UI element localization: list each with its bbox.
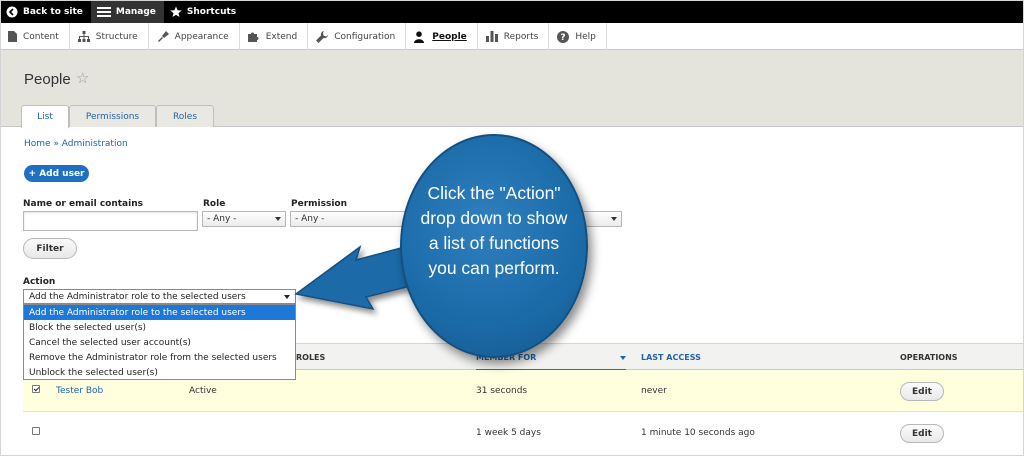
back-to-site-link[interactable]: Back to site: [0, 0, 91, 23]
tab-roles[interactable]: Roles: [156, 105, 214, 127]
primary-tabs: List Permissions Roles: [21, 105, 214, 128]
user-status: Active: [189, 386, 217, 396]
manage-tab[interactable]: Manage: [90, 0, 164, 23]
shortcuts-tab[interactable]: Shortcuts: [164, 0, 244, 23]
paintbrush-icon: [157, 31, 169, 42]
member-for-value: 31 seconds: [476, 386, 528, 396]
action-option[interactable]: Unblock the selected user(s): [24, 365, 295, 380]
action-option[interactable]: Cancel the selected user account(s): [24, 335, 295, 350]
breadcrumb[interactable]: Home » Administration: [24, 139, 128, 149]
row-select-checkbox[interactable]: [32, 427, 40, 435]
callout-text: Click the "Action" drop down to show a l…: [400, 181, 588, 281]
add-user-button[interactable]: + Add user: [24, 165, 89, 182]
help-icon: ?: [557, 30, 570, 43]
role-filter-label: Role: [203, 199, 226, 209]
callout-line: Click the "Action": [427, 183, 561, 203]
column-header-roles: ROLES: [296, 353, 326, 362]
tray-item-configuration[interactable]: Configuration: [308, 23, 407, 50]
member-for-value: 1 week 5 days: [476, 428, 541, 438]
tab-list[interactable]: List: [21, 105, 69, 128]
admin-tray: Content Structure Appearance Extend Conf…: [0, 23, 1024, 50]
tray-item-content[interactable]: Content: [0, 23, 70, 50]
username-link[interactable]: Tester Bob: [56, 386, 103, 396]
chevron-down-icon: [284, 295, 290, 299]
tray-item-appearance[interactable]: Appearance: [149, 23, 240, 50]
sitemap-icon: [77, 31, 90, 42]
action-label: Action: [23, 277, 56, 287]
table-row: 1 week 5 days 1 minute 10 seconds ago Ed…: [23, 412, 1024, 456]
row-select-checkbox[interactable]: [32, 385, 40, 393]
edit-button[interactable]: Edit: [900, 424, 944, 443]
tray-item-reports[interactable]: Reports: [478, 23, 550, 50]
sort-desc-icon: [620, 356, 626, 360]
last-access-value: 1 minute 10 seconds ago: [641, 428, 755, 438]
shortcut-star-icon[interactable]: ☆: [76, 69, 89, 87]
tray-label: Help: [575, 31, 596, 42]
tray-item-people[interactable]: People: [406, 23, 478, 50]
permission-filter-value: - Any -: [295, 214, 325, 224]
callout-line: a list of functions: [428, 233, 560, 253]
manage-label: Manage: [115, 6, 156, 17]
star-icon: [170, 6, 182, 18]
document-icon: [8, 31, 17, 42]
action-dropdown-list: Add the Administrator role to the select…: [23, 304, 296, 380]
action-option[interactable]: Add the Administrator role to the select…: [24, 305, 295, 320]
back-to-site-label: Back to site: [23, 6, 83, 17]
tray-item-extend[interactable]: Extend: [240, 23, 309, 50]
svg-text:?: ?: [561, 33, 566, 43]
tray-label: Reports: [503, 31, 539, 42]
back-arrow-icon: [6, 6, 18, 18]
action-option[interactable]: Block the selected user(s): [24, 320, 295, 335]
bar-chart-icon: [485, 31, 498, 42]
permission-filter-label: Permission: [291, 199, 347, 209]
hamburger-icon: [96, 6, 111, 18]
tray-item-structure[interactable]: Structure: [70, 23, 149, 50]
tray-label: Extend: [265, 31, 298, 42]
admin-toolbar: Back to site Manage Shortcuts: [0, 0, 1024, 23]
page-header: People ☆ List Permissions Roles: [0, 50, 1024, 128]
person-icon: [414, 30, 426, 43]
action-select[interactable]: Add the Administrator role to the select…: [23, 289, 296, 304]
tray-label: Appearance: [174, 31, 229, 42]
tab-permissions[interactable]: Permissions: [69, 105, 156, 127]
puzzle-icon: [247, 31, 260, 42]
role-filter-value: - Any -: [207, 214, 237, 224]
wrench-icon: [316, 30, 329, 43]
tray-label: Configuration: [334, 31, 396, 42]
tray-label: Content: [23, 31, 59, 42]
callout-line: drop down to show: [420, 208, 568, 228]
action-option[interactable]: Remove the Administrator role from the s…: [24, 350, 295, 365]
edit-button[interactable]: Edit: [900, 382, 944, 401]
name-filter-label: Name or email contains: [23, 199, 143, 209]
last-access-value: never: [641, 386, 667, 396]
callout-line: you can perform.: [428, 258, 560, 278]
tray-label: People: [432, 31, 467, 42]
chevron-down-icon: [275, 217, 281, 221]
chevron-down-icon: [611, 217, 617, 221]
tray-item-help[interactable]: ? Help: [549, 23, 607, 50]
role-filter-select[interactable]: - Any -: [202, 211, 286, 227]
filter-button[interactable]: Filter: [23, 238, 77, 259]
tray-label: Structure: [95, 31, 138, 42]
page-title: People: [24, 71, 71, 88]
action-selected-value: Add the Administrator role to the select…: [29, 291, 246, 302]
column-header-last-access[interactable]: LAST ACCESS: [641, 353, 701, 362]
name-filter-input[interactable]: [23, 211, 198, 231]
column-header-operations: OPERATIONS: [900, 353, 958, 362]
shortcuts-label: Shortcuts: [186, 6, 237, 17]
